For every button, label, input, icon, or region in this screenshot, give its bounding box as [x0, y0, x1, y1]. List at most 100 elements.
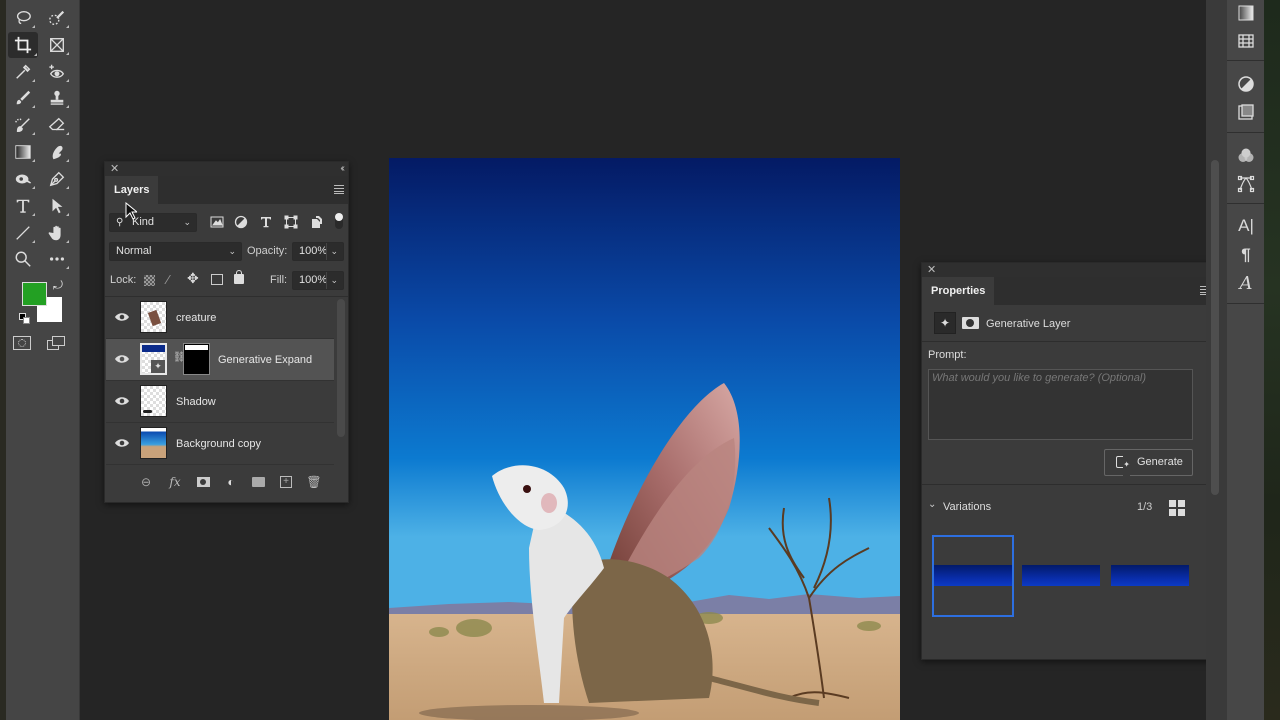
- layer-row-creature[interactable]: creature: [106, 297, 334, 339]
- crop-tool[interactable]: [8, 32, 38, 58]
- more-icon: [49, 257, 65, 261]
- variations-collapse-chevron-icon[interactable]: ⌄: [928, 499, 936, 510]
- adjustments-panel-icon[interactable]: [1236, 74, 1256, 94]
- line-tool[interactable]: [10, 221, 36, 245]
- character-panel-icon[interactable]: A|: [1236, 216, 1256, 236]
- brush-icon: [16, 90, 31, 105]
- type-tool[interactable]: [10, 194, 36, 218]
- adjustment-layer-icon[interactable]: ◐: [224, 475, 238, 489]
- new-group-icon[interactable]: [251, 475, 265, 489]
- layer-filter-select[interactable]: ⚲ Kind ⌄: [109, 213, 197, 232]
- collapse-panel-button[interactable]: ‹‹: [340, 162, 344, 176]
- gradient-icon: [15, 145, 31, 159]
- variation-thumbnail-2[interactable]: [1022, 535, 1100, 617]
- layer-mask-thumbnail[interactable]: [183, 343, 210, 375]
- filter-adjustment-layers-icon[interactable]: [234, 215, 248, 229]
- layer-name: creature: [176, 312, 217, 324]
- blend-mode-select[interactable]: Normal ⌄: [109, 242, 242, 261]
- swap-colors-icon[interactable]: ⤾: [53, 278, 67, 292]
- path-selection-tool[interactable]: [44, 194, 70, 218]
- panel-header: ✕ ‹‹: [105, 162, 348, 176]
- patterns-panel-icon[interactable]: [1236, 31, 1256, 51]
- visibility-eye-icon[interactable]: [114, 437, 130, 449]
- generative-layer-icon: ✦: [934, 312, 956, 334]
- filter-type-layers-icon[interactable]: [259, 215, 273, 229]
- tab-properties[interactable]: Properties: [922, 277, 995, 305]
- chevron-down-icon[interactable]: ⌄: [326, 243, 338, 260]
- close-panel-button[interactable]: ✕: [110, 162, 119, 176]
- link-layers-icon[interactable]: ⊖: [139, 475, 153, 489]
- gradient-tool[interactable]: [10, 140, 36, 164]
- paragraph-panel-icon[interactable]: ¶: [1236, 245, 1256, 265]
- brush-tool[interactable]: [10, 86, 36, 110]
- prompt-input[interactable]: What would you like to generate? (Option…: [928, 369, 1193, 440]
- tools-panel: ⤾: [0, 0, 80, 720]
- lock-image-pixels-icon[interactable]: ⁄: [167, 272, 169, 287]
- grid-view-icon[interactable]: [1169, 500, 1185, 516]
- lock-transparent-pixels-icon[interactable]: [144, 275, 155, 286]
- fill-input[interactable]: 100% ⌄: [292, 271, 344, 290]
- default-colors-icon[interactable]: [19, 313, 31, 325]
- visibility-eye-icon[interactable]: [114, 353, 130, 365]
- new-layer-icon[interactable]: +: [279, 475, 293, 489]
- gradients-panel-icon[interactable]: [1236, 3, 1256, 23]
- filter-smart-objects-icon[interactable]: [309, 215, 323, 229]
- layer-row-generative-expand[interactable]: ✦ ⛓ Generative Expand: [106, 339, 334, 381]
- layer-row-background-copy[interactable]: Background copy: [106, 423, 334, 465]
- quick-mask-icon: [18, 339, 26, 347]
- variations-label[interactable]: Variations: [943, 501, 991, 513]
- document-canvas[interactable]: [389, 158, 900, 720]
- panel-menu-icon[interactable]: [334, 185, 344, 194]
- mask-icon[interactable]: [962, 317, 979, 329]
- opacity-input[interactable]: 100% ⌄: [292, 242, 344, 261]
- panel-dock-scrollbar[interactable]: [1206, 0, 1226, 720]
- history-brush-tool[interactable]: [10, 113, 36, 137]
- red-eye-tool[interactable]: [44, 60, 70, 84]
- paths-panel-icon[interactable]: [1236, 174, 1256, 194]
- generate-icon: ✦: [1116, 452, 1130, 477]
- visibility-eye-icon[interactable]: [114, 311, 130, 323]
- dodge-icon: [15, 174, 32, 184]
- variation-thumbnail-1[interactable]: [932, 535, 1014, 617]
- quick-selection-tool[interactable]: [44, 6, 70, 30]
- filter-toggle[interactable]: [335, 213, 343, 229]
- blend-mode-value: Normal: [116, 245, 152, 257]
- clone-stamp-tool[interactable]: [44, 86, 70, 110]
- type-icon: [16, 199, 30, 213]
- smudge-tool[interactable]: [44, 140, 70, 164]
- eyedropper-tool[interactable]: [10, 60, 36, 84]
- lasso-tool[interactable]: [10, 6, 36, 30]
- layers-scrollbar[interactable]: [337, 299, 345, 437]
- eraser-tool[interactable]: [44, 113, 70, 137]
- more-tools[interactable]: [44, 247, 70, 271]
- add-mask-icon[interactable]: [196, 475, 210, 489]
- generate-button[interactable]: ✦ Generate: [1104, 449, 1193, 477]
- quick-mask-button[interactable]: [13, 336, 31, 350]
- layer-row-shadow[interactable]: Shadow: [106, 381, 334, 423]
- hand-tool[interactable]: [44, 221, 70, 245]
- close-panel-button[interactable]: ✕: [927, 263, 936, 277]
- opacity-label: Opacity:: [247, 245, 288, 257]
- filter-pixel-layers-icon[interactable]: [210, 215, 224, 229]
- variation-thumbnail-3[interactable]: [1111, 535, 1189, 617]
- foreground-color-swatch[interactable]: [22, 282, 47, 306]
- trash-icon[interactable]: 🗑︎: [306, 475, 321, 489]
- glyphs-panel-icon[interactable]: A: [1236, 273, 1256, 294]
- lock-all-icon[interactable]: [234, 270, 244, 284]
- zoom-tool[interactable]: [10, 247, 36, 271]
- lock-position-icon[interactable]: ✥: [187, 270, 199, 287]
- libraries-panel-icon[interactable]: [1236, 102, 1256, 122]
- frame-tool[interactable]: [44, 33, 70, 57]
- tab-layers[interactable]: Layers: [105, 176, 159, 204]
- visibility-eye-icon[interactable]: [114, 395, 130, 407]
- filter-shape-layers-icon[interactable]: [284, 215, 298, 229]
- lock-artboard-icon[interactable]: [211, 274, 223, 285]
- screen-mode-button[interactable]: [47, 336, 67, 352]
- dodge-tool[interactable]: [10, 167, 36, 191]
- pen-tool[interactable]: [44, 167, 70, 191]
- eraser-icon: [48, 117, 65, 131]
- layer-thumbnail: [140, 301, 167, 333]
- fx-icon[interactable]: fx: [168, 475, 182, 489]
- channels-panel-icon[interactable]: [1236, 145, 1256, 165]
- chevron-down-icon[interactable]: ⌄: [326, 272, 338, 289]
